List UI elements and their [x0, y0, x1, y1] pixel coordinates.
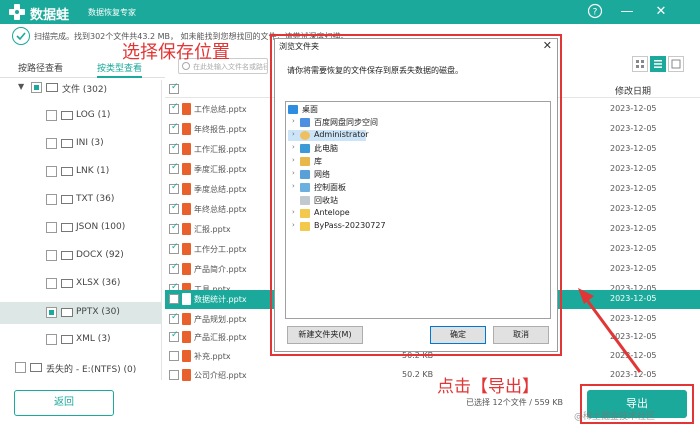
desktop-icon — [288, 105, 298, 114]
dialog-message: 请你将需要恢复的文件保存到原丢失数据的磁盘。 — [287, 66, 463, 75]
app-window: 数据蛙 数据恢复专家 ? — ✕ 扫描完成。找到302个文件共43.2 MB， … — [0, 0, 700, 428]
user-icon — [300, 131, 310, 140]
folder-node-label: 控制面板 — [314, 183, 346, 192]
cloud-folder-icon — [300, 118, 310, 127]
folder-node-desktop[interactable]: 桌面 — [288, 104, 488, 115]
dialog-title: 浏览文件夹 — [279, 42, 319, 51]
network-icon — [300, 170, 310, 179]
dialog-close-icon[interactable]: ✕ — [543, 39, 552, 52]
folder-node-label: 库 — [314, 157, 322, 166]
chevron-right-icon[interactable]: › — [292, 208, 295, 216]
chevron-right-icon[interactable]: › — [292, 130, 295, 138]
folder-node-label: 此电脑 — [314, 144, 338, 153]
folder-node-label: 桌面 — [302, 105, 318, 114]
folder-node-baidu[interactable]: › 百度网盘同步空间 — [288, 117, 488, 128]
folder-node-this-pc[interactable]: › 此电脑 — [288, 143, 488, 154]
chevron-right-icon[interactable]: › — [292, 169, 295, 177]
folder-node-network[interactable]: › 网络 — [288, 169, 488, 180]
folder-node-administrator[interactable]: › Administrator — [288, 130, 369, 141]
folder-node-library[interactable]: › 库 — [288, 156, 488, 167]
chevron-right-icon[interactable]: › — [292, 182, 295, 190]
folder-node-recycle-bin[interactable]: 回收站 — [288, 195, 488, 206]
folder-icon — [300, 209, 310, 218]
browse-folder-dialog: 浏览文件夹 ✕ 请你将需要恢复的文件保存到原丢失数据的磁盘。 桌面 › 百度网盘… — [274, 38, 558, 352]
folder-node-label: 网络 — [314, 170, 330, 179]
new-folder-button[interactable]: 新建文件夹(M) — [287, 326, 363, 344]
folder-node-control-panel[interactable]: › 控制面板 — [288, 182, 488, 193]
chevron-right-icon[interactable]: › — [292, 221, 295, 229]
ok-button[interactable]: 确定 — [430, 326, 486, 344]
folder-icon — [300, 222, 310, 231]
folder-node-bypass[interactable]: › ByPass-20230727 — [288, 221, 488, 232]
folder-tree[interactable]: 桌面 › 百度网盘同步空间 › Administrator › 此电脑 › 库 — [285, 101, 551, 319]
chevron-right-icon[interactable]: › — [292, 143, 295, 151]
control-panel-icon — [300, 183, 310, 192]
folder-node-antelope[interactable]: › Antelope — [288, 208, 488, 219]
library-icon — [300, 157, 310, 166]
chevron-right-icon[interactable]: › — [292, 156, 295, 164]
recycle-bin-icon — [300, 196, 310, 205]
folder-node-label: Administrator — [314, 130, 369, 139]
chevron-right-icon[interactable]: › — [292, 117, 295, 125]
cancel-button[interactable]: 取消 — [493, 326, 549, 344]
folder-node-label: 回收站 — [314, 196, 338, 205]
folder-node-label: Antelope — [314, 208, 350, 217]
folder-node-label: 百度网盘同步空间 — [314, 118, 378, 127]
folder-node-label: ByPass-20230727 — [314, 221, 386, 230]
computer-icon — [300, 144, 310, 153]
